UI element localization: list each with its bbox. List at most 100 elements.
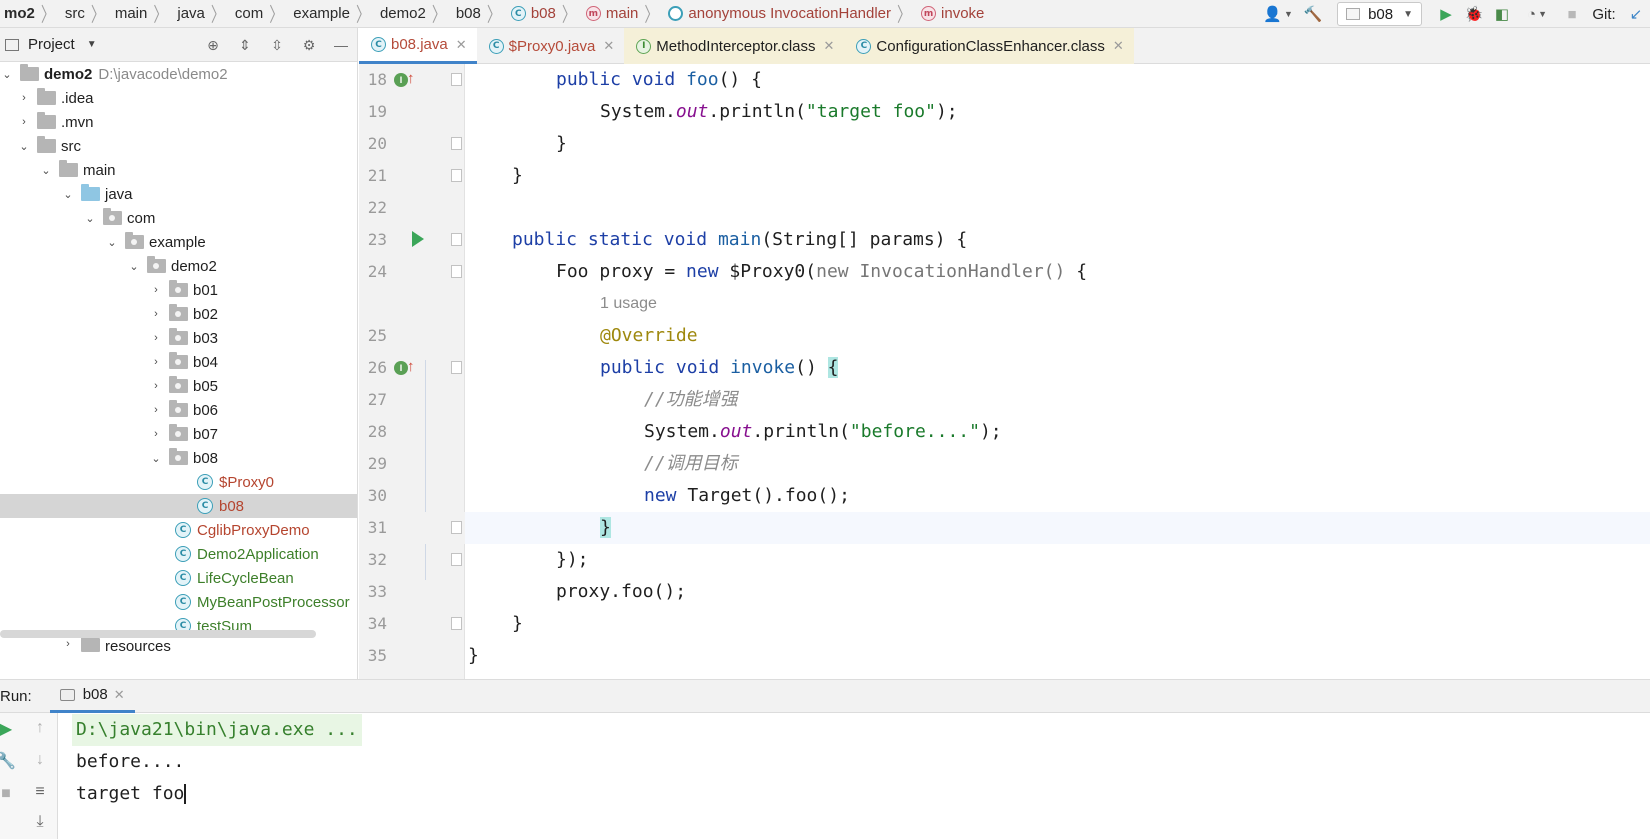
breadcrumb-com[interactable]: com	[231, 5, 263, 22]
profile-icon[interactable]: ◔ ▼	[1516, 0, 1558, 27]
fold-icon[interactable]	[451, 265, 462, 278]
stop-icon[interactable]: ■	[0, 785, 16, 803]
tree-item-package[interactable]: › b03	[149, 326, 218, 350]
chevron-down-icon[interactable]: ⌄	[39, 164, 53, 177]
breadcrumb-project[interactable]: mo2	[0, 5, 35, 22]
tree-item-class[interactable]: C MyBeanPostProcessor	[175, 590, 350, 614]
tree-item-package[interactable]: › b06	[149, 398, 218, 422]
breadcrumb-invoke-method[interactable]: m invoke	[917, 5, 984, 22]
tree-item-b08-class-selected[interactable]: C b08	[0, 494, 357, 518]
breadcrumb-b08-class[interactable]: Cb08	[507, 5, 556, 22]
run-tab-b08[interactable]: b08 ✕	[49, 679, 135, 713]
tree-item-demo2-root[interactable]: ⌄ demo2 D:\javacode\demo2	[0, 62, 228, 86]
tree-item-main[interactable]: ⌄ main	[39, 158, 116, 182]
gear-icon[interactable]: ⚙	[293, 37, 325, 54]
run-icon[interactable]: ▶	[1432, 0, 1460, 27]
close-icon[interactable]: ✕	[824, 38, 835, 54]
chevron-down-icon[interactable]: ⌄	[0, 68, 14, 81]
chevron-right-icon[interactable]: ›	[149, 356, 163, 368]
collapse-all-icon[interactable]: ⇳	[261, 37, 293, 54]
tree-item-package[interactable]: › b07	[149, 422, 218, 446]
arrow-up-icon[interactable]: ↑	[30, 719, 50, 737]
fold-icon[interactable]	[451, 233, 462, 246]
git-update-icon[interactable]: ↙	[1622, 0, 1650, 27]
chevron-right-icon[interactable]: ›	[149, 404, 163, 416]
debug-icon[interactable]: 🐞	[1460, 0, 1488, 27]
breadcrumb-anonymous-class[interactable]: anonymous InvocationHandler	[664, 5, 891, 22]
chevron-down-icon[interactable]: ⌄	[149, 452, 163, 465]
coverage-icon[interactable]: ◧	[1488, 0, 1516, 27]
tree-item-example[interactable]: ⌄ example	[105, 230, 206, 254]
close-icon[interactable]: ✕	[456, 37, 467, 53]
fold-icon[interactable]	[451, 73, 462, 86]
tree-item-package[interactable]: › b05	[149, 374, 218, 398]
rerun-icon[interactable]: ▶	[0, 719, 16, 739]
fold-icon[interactable]	[451, 521, 462, 534]
tree-item-package[interactable]: › b02	[149, 302, 218, 326]
tree-item-class[interactable]: C LifeCycleBean	[175, 566, 294, 590]
tree-item-demo2-package[interactable]: ⌄ demo2	[127, 254, 217, 278]
usage-hint[interactable]: 1 usage	[600, 288, 657, 320]
build-hammer-icon[interactable]: 🔨	[1299, 0, 1327, 27]
tree-item-src[interactable]: ⌄ src	[17, 134, 81, 158]
stop-icon[interactable]: ■	[1558, 0, 1586, 27]
user-icon[interactable]: 👤 ▼	[1257, 0, 1299, 27]
chevron-right-icon[interactable]: ›	[17, 116, 31, 128]
implements-icon[interactable]: I	[394, 73, 408, 87]
arrow-down-icon[interactable]: ↓	[30, 751, 50, 769]
chevron-right-icon[interactable]: ›	[61, 638, 75, 650]
horizontal-scrollbar[interactable]	[0, 630, 316, 638]
chevron-down-icon[interactable]: ⌄	[17, 140, 31, 153]
hide-icon[interactable]: —	[325, 37, 357, 53]
run-console[interactable]: D:\java21\bin\java.exe ... before.... ta…	[58, 713, 1650, 839]
close-icon[interactable]: ✕	[114, 687, 125, 703]
breadcrumb-main[interactable]: main	[111, 5, 148, 22]
tree-item-package[interactable]: › b04	[149, 350, 218, 374]
code-editor[interactable]: 18 I ↑ public void foo() { 19 System.out.…	[359, 64, 1650, 679]
wrench-icon[interactable]: 🔧	[0, 751, 16, 771]
fold-icon[interactable]	[451, 169, 462, 182]
tree-item-mvn[interactable]: › .mvn	[17, 110, 94, 134]
chevron-down-icon[interactable]: ▼	[87, 39, 97, 50]
fold-icon[interactable]	[451, 617, 462, 630]
chevron-right-icon[interactable]: ›	[149, 380, 163, 392]
chevron-right-icon[interactable]: ›	[149, 284, 163, 296]
tree-item-b08-package[interactable]: ⌄ b08	[149, 446, 218, 470]
tree-item-com[interactable]: ⌄ com	[83, 206, 155, 230]
chevron-right-icon[interactable]: ›	[149, 332, 163, 344]
expand-all-icon[interactable]: ⇕	[229, 37, 261, 54]
scroll-to-end-icon[interactable]: ⤓	[30, 813, 50, 831]
chevron-down-icon[interactable]: ⌄	[127, 260, 141, 273]
tree-item-resources[interactable]: › resources	[61, 638, 171, 652]
chevron-right-icon[interactable]: ›	[17, 92, 31, 104]
close-icon[interactable]: ✕	[1113, 38, 1124, 54]
tree-item-proxy0[interactable]: C $Proxy0	[197, 470, 274, 494]
chevron-right-icon[interactable]: ›	[149, 308, 163, 320]
tab-methodinterceptor-class[interactable]: I MethodInterceptor.class ✕	[624, 28, 845, 64]
chevron-right-icon[interactable]: ›	[149, 428, 163, 440]
breadcrumb-b08-package[interactable]: b08	[452, 5, 481, 22]
tree-item-class[interactable]: C CglibProxyDemo	[175, 518, 310, 542]
fold-icon[interactable]	[451, 361, 462, 374]
tab-configurationclassenhancer-class[interactable]: C ConfigurationClassEnhancer.class ✕	[844, 28, 1134, 64]
tree-item-package[interactable]: › b01	[149, 278, 218, 302]
breadcrumb-src[interactable]: src	[61, 5, 85, 22]
soft-wrap-icon[interactable]: ≡	[30, 783, 50, 801]
breadcrumb-demo2[interactable]: demo2	[376, 5, 426, 22]
console-command-line[interactable]: D:\java21\bin\java.exe ...	[72, 714, 362, 746]
run-config-select[interactable]: b08 ▼	[1337, 2, 1422, 26]
fold-icon[interactable]	[451, 553, 462, 566]
chevron-down-icon[interactable]: ⌄	[105, 236, 119, 249]
tree-item-java[interactable]: ⌄ java	[61, 182, 133, 206]
chevron-down-icon[interactable]: ⌄	[61, 188, 75, 201]
tab-b08-java[interactable]: C b08.java ✕	[359, 28, 477, 64]
tree-item-idea[interactable]: › .idea	[17, 86, 94, 110]
breadcrumb-java[interactable]: java	[173, 5, 205, 22]
breadcrumb-example[interactable]: example	[289, 5, 350, 22]
tree-item-class[interactable]: C Demo2Application	[175, 542, 319, 566]
locate-icon[interactable]: ⊕	[197, 37, 229, 54]
fold-icon[interactable]	[451, 137, 462, 150]
tab-proxy0-java[interactable]: C $Proxy0.java ✕	[477, 28, 625, 64]
run-main-icon[interactable]	[412, 231, 424, 247]
chevron-down-icon[interactable]: ⌄	[83, 212, 97, 225]
